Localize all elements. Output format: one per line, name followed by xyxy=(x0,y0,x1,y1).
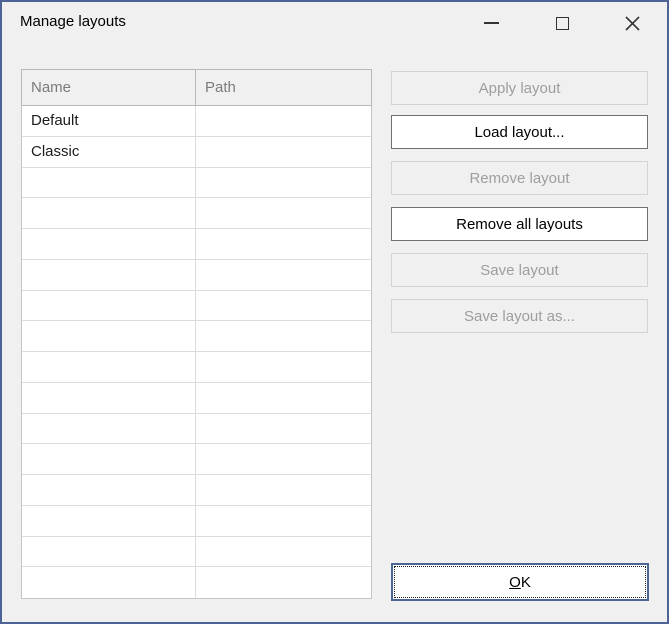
title-bar[interactable]: Manage layouts xyxy=(2,2,667,47)
cell-path[interactable] xyxy=(196,352,371,382)
table-row[interactable] xyxy=(22,444,371,475)
cell-path[interactable] xyxy=(196,106,371,136)
table-row[interactable] xyxy=(22,475,371,506)
window-title: Manage layouts xyxy=(20,13,126,30)
cell-path[interactable] xyxy=(196,414,371,444)
maximize-button[interactable] xyxy=(539,6,585,40)
minimize-icon xyxy=(483,22,499,24)
cell-name[interactable] xyxy=(22,475,196,505)
remove-layout-button[interactable]: Remove layout xyxy=(391,161,648,195)
cell-name[interactable]: Classic xyxy=(22,136,196,167)
close-icon xyxy=(624,15,640,31)
cell-path[interactable] xyxy=(196,537,371,567)
save-layout-button[interactable]: Save layout xyxy=(391,253,648,287)
cell-name[interactable] xyxy=(22,444,196,474)
column-header-path[interactable]: Path xyxy=(196,70,371,105)
cell-name[interactable] xyxy=(22,536,196,567)
save-layout-as-button[interactable]: Save layout as... xyxy=(391,299,648,333)
remove-all-layouts-button[interactable]: Remove all layouts xyxy=(391,207,648,241)
cell-name[interactable] xyxy=(22,259,196,290)
cell-name[interactable] xyxy=(22,352,196,382)
apply-layout-button[interactable]: Apply layout xyxy=(391,71,648,105)
ok-button[interactable]: OK xyxy=(391,563,649,601)
table-row[interactable] xyxy=(22,413,371,445)
cell-path[interactable] xyxy=(196,383,371,413)
table-row[interactable] xyxy=(22,167,371,199)
cell-path[interactable] xyxy=(196,229,371,259)
cell-path[interactable] xyxy=(196,475,371,505)
cell-name[interactable] xyxy=(22,382,196,413)
cell-path[interactable] xyxy=(196,567,371,598)
table-row[interactable] xyxy=(22,382,371,414)
table-header: Name Path xyxy=(21,69,372,106)
ok-label-mnemonic: O xyxy=(509,573,521,591)
cell-name[interactable] xyxy=(22,413,196,444)
maximize-icon xyxy=(555,16,569,30)
table-row[interactable] xyxy=(22,536,371,568)
table-row[interactable]: Default xyxy=(22,106,371,137)
table-row[interactable] xyxy=(22,567,371,598)
cell-path[interactable] xyxy=(196,291,371,321)
cell-path[interactable] xyxy=(196,321,371,351)
cell-name[interactable] xyxy=(22,167,196,198)
table-row[interactable] xyxy=(22,321,371,352)
cell-path[interactable] xyxy=(196,444,371,474)
table-row[interactable] xyxy=(22,505,371,537)
load-layout-button[interactable]: Load layout... xyxy=(391,115,648,149)
table-row[interactable] xyxy=(22,229,371,260)
table-row[interactable] xyxy=(22,198,371,229)
cell-path[interactable] xyxy=(196,168,371,198)
cell-name[interactable] xyxy=(22,321,196,351)
table-row[interactable] xyxy=(22,259,371,291)
table-row[interactable]: Classic xyxy=(22,136,371,168)
table-row[interactable] xyxy=(22,352,371,383)
cell-path[interactable] xyxy=(196,137,371,167)
cell-name[interactable] xyxy=(22,567,196,598)
table-body: Default Classic xyxy=(21,106,372,599)
column-header-name[interactable]: Name xyxy=(22,70,196,105)
cell-name[interactable] xyxy=(22,198,196,228)
cell-path[interactable] xyxy=(196,260,371,290)
minimize-button[interactable] xyxy=(468,6,514,40)
close-button[interactable] xyxy=(609,6,655,40)
cell-name[interactable] xyxy=(22,229,196,259)
ok-label-rest: K xyxy=(520,573,531,591)
cell-name[interactable] xyxy=(22,505,196,536)
manage-layouts-dialog: Manage layouts Name Path Default Classic … xyxy=(0,0,669,624)
cell-path[interactable] xyxy=(196,198,371,228)
cell-name[interactable] xyxy=(22,290,196,321)
cell-path[interactable] xyxy=(196,506,371,536)
cell-name[interactable]: Default xyxy=(22,106,196,136)
layouts-table: Name Path Default Classic xyxy=(21,69,372,599)
table-row[interactable] xyxy=(22,290,371,322)
